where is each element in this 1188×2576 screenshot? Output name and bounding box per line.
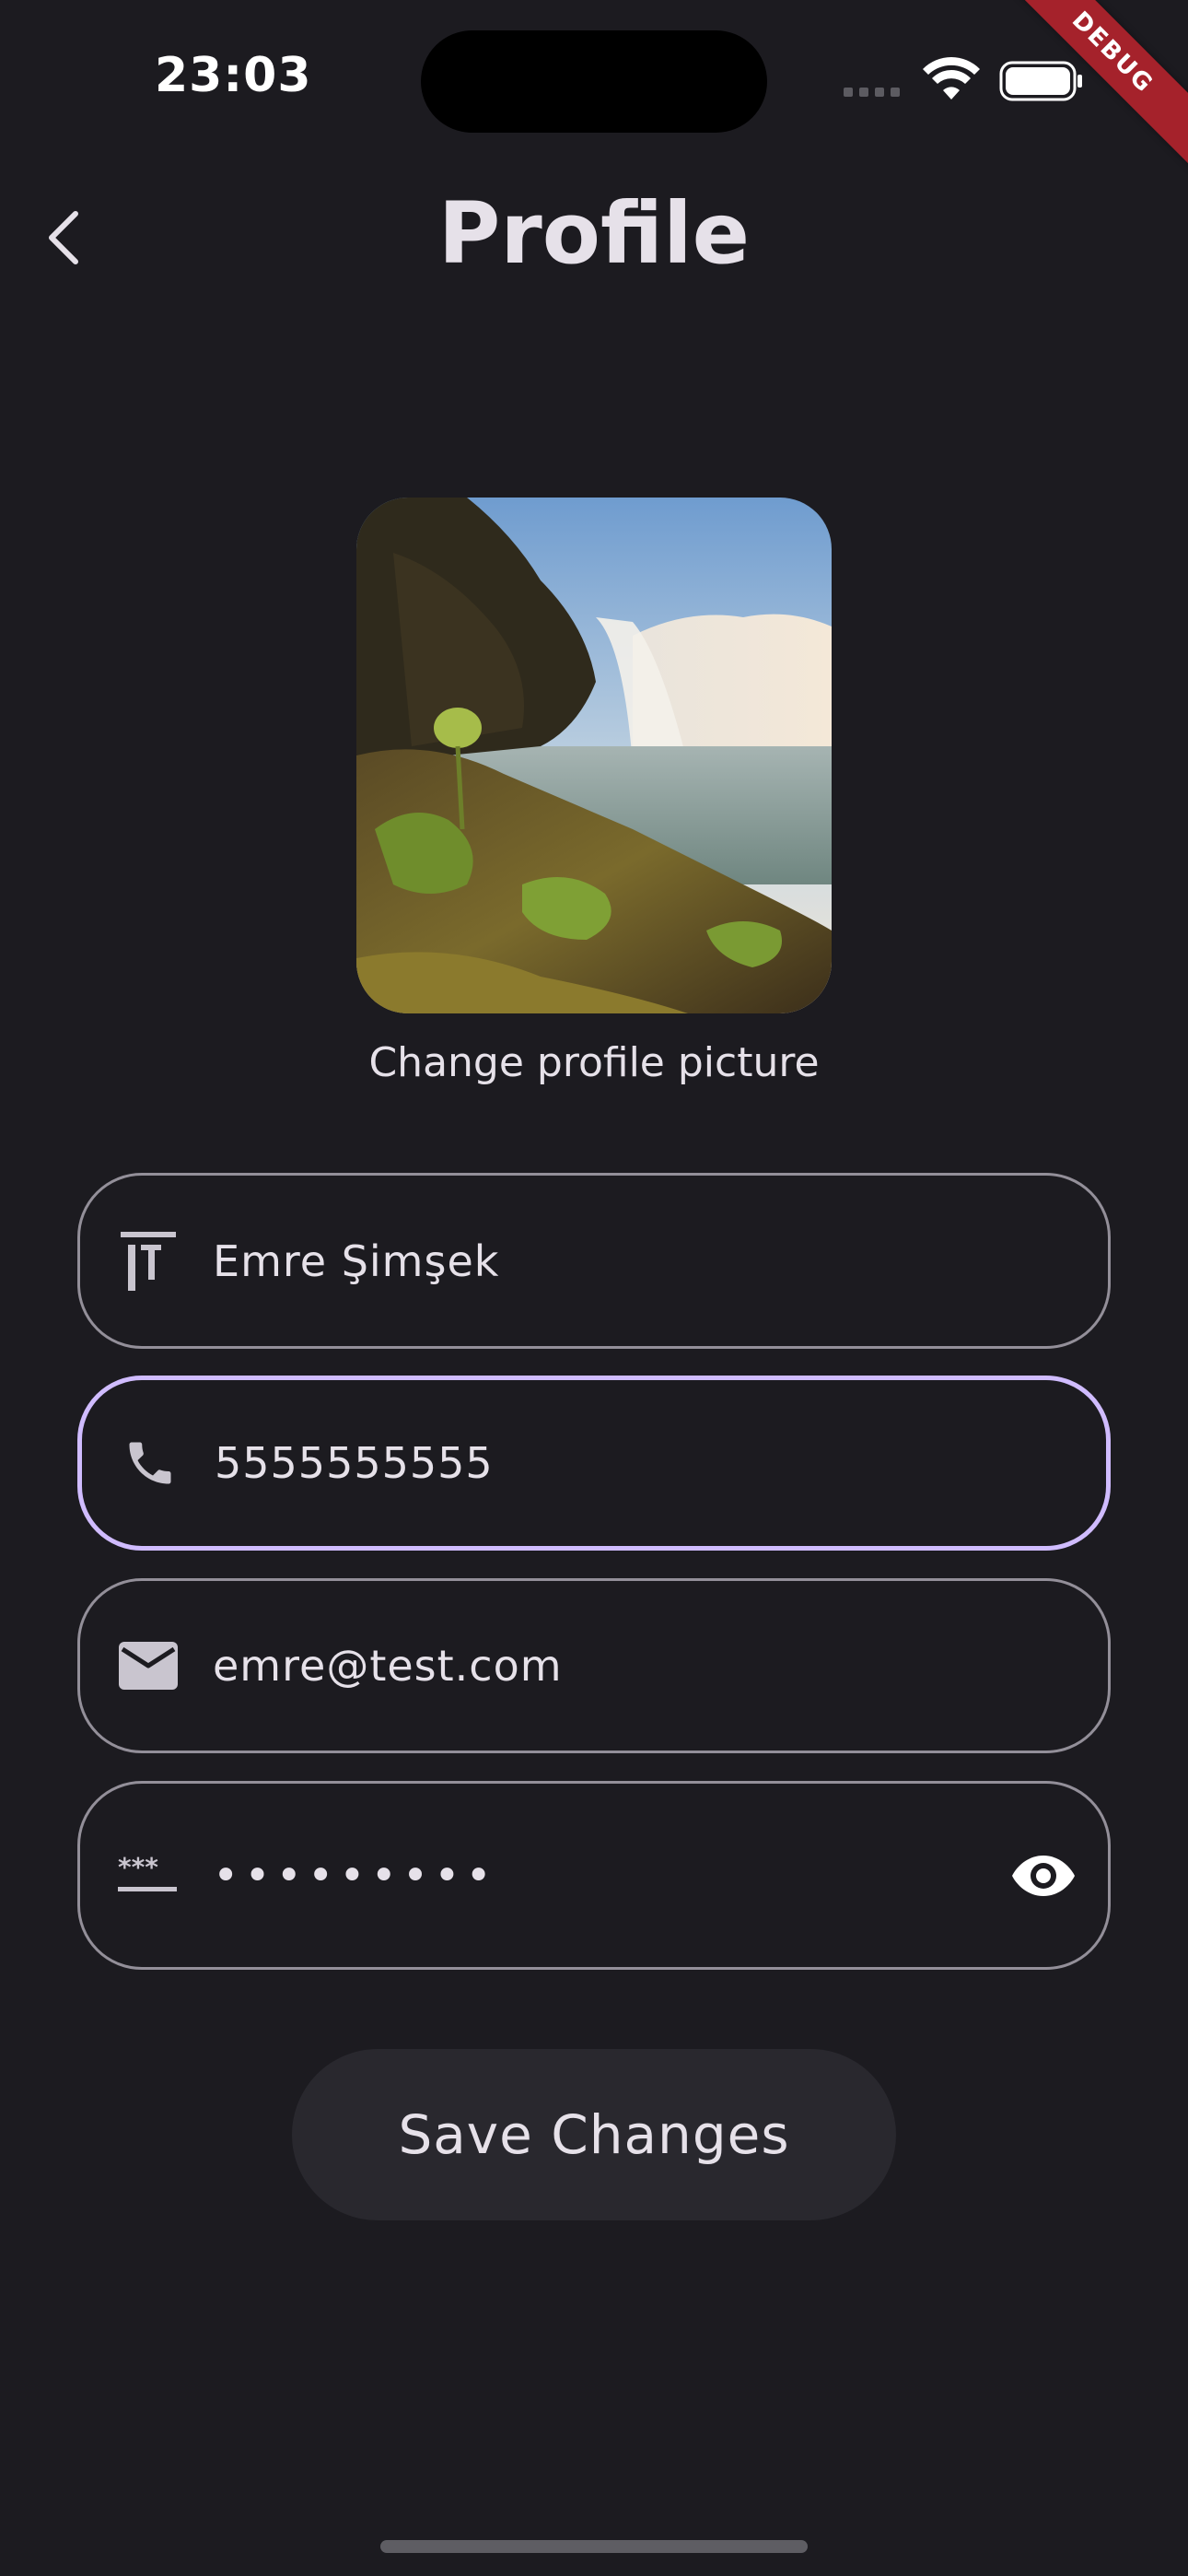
- home-indicator: [380, 2540, 808, 2553]
- mail-icon: [115, 1633, 181, 1699]
- cellular-signal-icon: [844, 88, 900, 97]
- battery-icon: [999, 61, 1084, 101]
- phone-icon: [117, 1430, 183, 1496]
- profile-picture[interactable]: [356, 498, 832, 1013]
- text-fields-icon: [115, 1228, 181, 1294]
- dynamic-island: [421, 30, 767, 133]
- password-value: •••••••••: [213, 1849, 497, 1902]
- name-field[interactable]: Emre Şimşek: [77, 1173, 1111, 1349]
- visibility-icon[interactable]: [1007, 1839, 1080, 1913]
- password-field[interactable]: *** •••••••••: [77, 1781, 1111, 1970]
- status-time: 23:03: [155, 48, 312, 103]
- change-profile-picture-link[interactable]: Change profile picture: [0, 1039, 1188, 1086]
- phone-value: 5555555555: [215, 1438, 494, 1488]
- page-title: Profile: [437, 184, 751, 283]
- email-field[interactable]: emre@test.com: [77, 1578, 1111, 1753]
- phone-field[interactable]: 5555555555: [77, 1376, 1111, 1551]
- email-value: emre@test.com: [213, 1641, 563, 1691]
- save-changes-button[interactable]: Save Changes: [292, 2049, 896, 2220]
- name-value: Emre Şimşek: [213, 1235, 500, 1286]
- svg-text:***: ***: [118, 1856, 158, 1882]
- wifi-icon: [923, 57, 980, 101]
- password-icon: ***: [115, 1843, 181, 1909]
